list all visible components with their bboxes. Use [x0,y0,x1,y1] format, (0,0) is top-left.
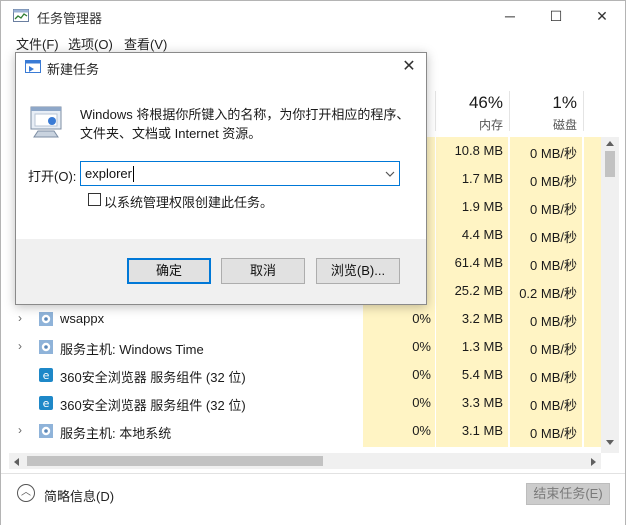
chevron-up-icon[interactable]: ︿ [17,484,35,502]
memory-cell: 10.8 MB [454,143,503,158]
column-divider [583,91,584,131]
run-program-icon [30,106,62,138]
menu-bar: 文件(F) 选项(O) 查看(V) [1,31,625,53]
cpu-cell: 0% [412,367,431,382]
horizontal-scroll-thumb[interactable] [27,456,323,466]
memory-percent[interactable]: 46% [437,93,503,113]
close-icon: ✕ [596,7,608,24]
disk-cell: 0 MB/秒 [530,174,577,189]
svg-text:e: e [43,369,50,382]
chevron-down-icon[interactable] [382,164,398,183]
end-task-button[interactable]: 结束任务(E) [526,483,610,505]
menu-options[interactable]: 选项(O) [68,34,113,53]
memory-column-header[interactable]: 内存 [437,116,503,133]
360-browser-icon: e [39,368,53,382]
ok-button[interactable]: 确定 [127,258,211,284]
memory-cell: 1.3 MB [461,339,503,354]
memory-cell: 4.4 MB [461,227,503,242]
open-label: 打开(O): [28,169,77,184]
task-manager-icon [13,9,29,22]
open-command-combobox[interactable]: explorer [80,161,400,186]
gear-icon [39,424,53,438]
column-divider [509,91,510,131]
disk-cell: 0 MB/秒 [530,230,577,245]
process-name: 服务主机: Windows Time [60,342,204,357]
close-icon: ✕ [402,58,416,75]
expand-chevron-icon[interactable]: › [18,339,28,353]
description-line: Windows 将根据你所键入的名称，为你打开相应的程序、 [80,107,410,122]
scroll-up-arrow-icon[interactable] [605,139,615,147]
disk-cell: 0 MB/秒 [530,258,577,273]
browse-button[interactable]: 浏览(B)... [316,258,400,284]
description-line: 文件夹、文档或 Internet 资源。 [80,126,262,141]
cpu-cell: 0% [412,339,431,354]
process-name: wsappx [60,311,105,326]
open-command-input[interactable]: explorer [85,166,132,181]
disk-cell: 0 MB/秒 [530,202,577,217]
gear-icon [39,312,53,326]
memory-cell: 1.7 MB [461,171,503,186]
memory-cell: 3.2 MB [461,311,503,326]
dialog-title: 新建任务 [47,62,100,77]
svg-text:e: e [43,397,50,410]
close-button[interactable]: ✕ [579,1,625,31]
memory-cell: 5.4 MB [461,367,503,382]
create-new-task-dialog: 新建任务 ✕ Windows 将根据你所键入的名称，为你打开相应的程序、 文件夹… [15,52,427,305]
expand-chevron-icon[interactable]: › [18,423,28,437]
memory-cell: 1.9 MB [461,199,503,214]
scroll-right-arrow-icon[interactable] [590,457,598,467]
vertical-scroll-thumb[interactable] [605,151,615,177]
table-row[interactable]: e 360安全浏览器 服务组件 (32 位) 0% 3.3 MB 0 MB/秒 [1,389,601,417]
table-row[interactable]: e 360安全浏览器 服务组件 (32 位) 0% 5.4 MB 0 MB/秒 [1,361,601,389]
vertical-scrollbar[interactable] [601,137,619,453]
maximize-icon: ☐ [549,7,563,24]
gear-icon [39,340,53,354]
fewer-details-link[interactable]: 简略信息(D) [44,486,114,505]
dialog-title-bar[interactable]: 新建任务 ✕ [16,53,426,81]
scroll-down-arrow-icon[interactable] [605,439,615,447]
memory-cell: 25.2 MB [454,283,503,298]
column-divider [435,91,436,131]
table-row[interactable]: › 服务主机: Windows Time 0% 1.3 MB 0 MB/秒 [1,333,601,361]
admin-privileges-label[interactable]: 以系统管理权限创建此任务。 [104,192,273,211]
run-dialog-icon [25,60,41,73]
scroll-left-arrow-icon[interactable] [12,457,20,467]
minimize-button[interactable]: ─ [487,1,533,31]
cpu-cell: 0% [412,423,431,438]
menu-file[interactable]: 文件(F) [16,34,59,53]
cpu-cell: 0% [412,395,431,410]
window-title: 任务管理器 [37,11,103,26]
table-row[interactable]: › wsappx 0% 3.2 MB 0 MB/秒 [1,305,601,333]
memory-cell: 61.4 MB [454,255,503,270]
dialog-description: Windows 将根据你所键入的名称，为你打开相应的程序、 文件夹、文档或 In… [80,105,410,143]
disk-cell: 0 MB/秒 [530,370,577,385]
memory-cell: 3.1 MB [461,423,503,438]
disk-cell: 0.2 MB/秒 [519,286,577,301]
process-name: 360安全浏览器 服务组件 (32 位) [60,370,246,385]
maximize-button[interactable]: ☐ [533,1,579,31]
disk-cell: 0 MB/秒 [530,426,577,441]
expand-chevron-icon[interactable]: › [18,311,28,325]
process-name: 服务主机: 本地系统 [60,426,172,441]
dialog-close-button[interactable]: ✕ [398,56,420,78]
process-name: 360安全浏览器 服务组件 (32 位) [60,398,246,413]
title-bar[interactable]: 任务管理器 ─ ☐ ✕ [1,1,625,31]
disk-percent[interactable]: 1% [511,93,577,113]
360-browser-icon: e [39,396,53,410]
admin-privileges-checkbox[interactable] [88,193,101,206]
disk-cell: 0 MB/秒 [530,398,577,413]
disk-cell: 0 MB/秒 [530,342,577,357]
disk-cell: 0 MB/秒 [530,314,577,329]
cancel-button[interactable]: 取消 [221,258,305,284]
menu-view[interactable]: 查看(V) [124,34,167,53]
memory-cell: 3.3 MB [461,395,503,410]
cpu-cell: 0% [412,311,431,326]
disk-column-header[interactable]: 磁盘 [511,116,577,133]
text-caret [133,166,134,182]
minimize-icon: ─ [505,8,515,24]
disk-cell: 0 MB/秒 [530,146,577,161]
table-row[interactable]: › 服务主机: 本地系统 0% 3.1 MB 0 MB/秒 [1,417,601,445]
